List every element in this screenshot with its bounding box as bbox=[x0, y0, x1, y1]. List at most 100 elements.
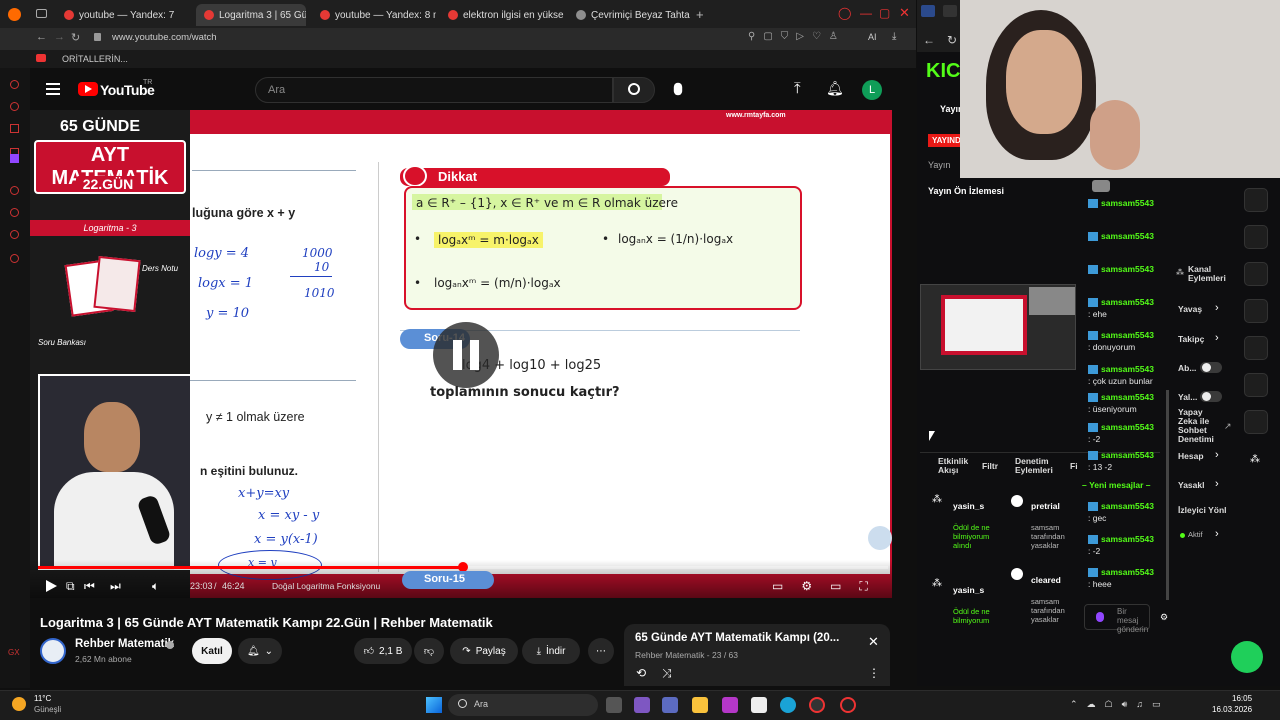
chevron-right-icon[interactable]: › bbox=[1215, 478, 1219, 490]
twitch-icon[interactable] bbox=[10, 154, 19, 163]
chevron-right-icon[interactable]: › bbox=[1215, 332, 1219, 344]
opera-gx-icon[interactable] bbox=[809, 697, 825, 713]
action-viewer-redirect[interactable]: İzleyici Yönl bbox=[1178, 505, 1227, 515]
ai-icon[interactable]: AI bbox=[868, 32, 877, 42]
chat-username[interactable]: samsam5543 bbox=[1101, 450, 1154, 460]
channel-name[interactable]: Rehber Matematik bbox=[75, 638, 174, 650]
chat-settings-icon[interactable]: ⚙ bbox=[1160, 612, 1168, 623]
chat-username[interactable]: samsam5543 bbox=[1101, 392, 1154, 402]
sidebar-icon-6[interactable] bbox=[10, 208, 19, 217]
chat-scrollbar[interactable] bbox=[1166, 390, 1169, 600]
rail-wrench-icon[interactable] bbox=[1244, 410, 1268, 434]
tab-whiteboard[interactable]: Çevrimiçi Beyaz Tahta - Ç bbox=[568, 4, 692, 26]
chat-message[interactable]: samsam5543: 13 -2 bbox=[1088, 450, 1164, 473]
tab-yandex-3[interactable]: elektron ilgisi en yüksek ve bbox=[440, 4, 564, 26]
activity-user-1[interactable]: yasin_s bbox=[953, 501, 984, 511]
action-slow[interactable]: Yavaş bbox=[1178, 304, 1202, 314]
stream-preview[interactable] bbox=[920, 284, 1076, 370]
chapter-title[interactable]: Doğal Logaritma Fonksiyonu bbox=[272, 581, 380, 591]
app-icon-p[interactable] bbox=[722, 697, 738, 713]
new-tab-icon[interactable]: + bbox=[696, 7, 704, 22]
window-icon[interactable] bbox=[943, 5, 957, 17]
rail-lightning-icon[interactable] bbox=[1244, 225, 1268, 249]
search-input[interactable]: Ara bbox=[255, 77, 613, 103]
previous-icon[interactable]: ⏮ bbox=[84, 579, 95, 594]
join-button[interactable]: Katıl bbox=[192, 638, 232, 664]
action-subs[interactable]: Ab... bbox=[1178, 363, 1196, 373]
play-icon[interactable] bbox=[46, 580, 57, 592]
teams-icon[interactable] bbox=[662, 697, 678, 713]
toggle-subs[interactable] bbox=[1200, 362, 1222, 373]
action-ai-moderation[interactable]: Yapay Zeka ile Sohbet Denetimi bbox=[1178, 408, 1224, 444]
moderation-filter[interactable]: Fi bbox=[1070, 461, 1078, 471]
tab-yandex-1[interactable]: youtube — Yandex: 7 milyo bbox=[56, 4, 174, 26]
close-playlist-icon[interactable]: ✕ bbox=[868, 634, 879, 650]
upload-icon[interactable]: ⤒ bbox=[794, 80, 801, 97]
url-text[interactable]: www.youtube.com/watch bbox=[112, 32, 217, 43]
action-banned[interactable]: Yasakl bbox=[1178, 480, 1204, 490]
more-actions-button[interactable]: ⋯ bbox=[588, 638, 614, 664]
rail-phone-icon[interactable] bbox=[1244, 262, 1268, 286]
menu-icon[interactable] bbox=[46, 83, 60, 85]
chat-message[interactable]: samsam5543: heee bbox=[1088, 567, 1164, 590]
tabs-overview-icon[interactable] bbox=[36, 9, 47, 18]
avatar[interactable]: L bbox=[862, 80, 882, 100]
chat-username[interactable]: samsam5543 bbox=[1101, 422, 1154, 432]
dropdown-icon[interactable] bbox=[921, 5, 935, 17]
rail-camera-icon[interactable] bbox=[1244, 188, 1268, 212]
chat-message[interactable]: samsam5543: üseniyorum bbox=[1088, 392, 1164, 415]
notifications-bell-icon[interactable]: 🔔︎ bbox=[826, 80, 844, 97]
chat-message[interactable]: samsam5543: -2 bbox=[1088, 422, 1164, 445]
external-link-icon[interactable]: ↗ bbox=[1224, 421, 1232, 432]
chat-message[interactable]: samsam5543: gec bbox=[1088, 501, 1164, 524]
refresh-icon[interactable]: ↻ bbox=[947, 33, 957, 47]
rail-screen-icon[interactable] bbox=[1244, 373, 1268, 397]
maximize-icon[interactable]: ▢ bbox=[879, 6, 890, 20]
task-view-icon[interactable] bbox=[606, 697, 622, 713]
chat-message[interactable]: samsam5543: -2 bbox=[1088, 534, 1164, 557]
miniplayer-icon[interactable]: ⧉ bbox=[66, 579, 75, 594]
dislike-button[interactable]: 👎︎ bbox=[414, 638, 444, 664]
forward-icon[interactable]: → bbox=[54, 31, 65, 43]
file-explorer-icon[interactable] bbox=[692, 697, 708, 713]
microphone-icon[interactable] bbox=[673, 82, 683, 96]
calculator-icon[interactable] bbox=[751, 697, 767, 713]
channel-avatar[interactable] bbox=[40, 638, 66, 664]
minimize-icon[interactable]: — bbox=[860, 6, 872, 20]
activity-user-2[interactable]: yasin_s bbox=[953, 585, 984, 595]
activity-filter[interactable]: Filtr bbox=[982, 461, 998, 471]
shuffle-icon[interactable]: ⤨ bbox=[662, 666, 672, 681]
chat-message[interactable]: samsam5543: donuyorum bbox=[1088, 330, 1164, 353]
loop-icon[interactable]: ⟲ bbox=[636, 666, 646, 680]
back-arrow-icon[interactable]: ← bbox=[923, 33, 935, 47]
rail-broadcast-icon[interactable] bbox=[1244, 336, 1268, 360]
bookmark-link[interactable]: ORİTALLERİN... bbox=[62, 54, 128, 64]
action-followers[interactable]: Takipç bbox=[1178, 334, 1204, 344]
rail-chat-icon[interactable] bbox=[1244, 299, 1268, 323]
close-window-icon[interactable]: ✕ bbox=[899, 5, 910, 21]
chat-message[interactable]: samsam5543 bbox=[1088, 198, 1164, 210]
opera-gx-icon-2[interactable] bbox=[840, 697, 856, 713]
chat-message[interactable]: samsam5543: ehe bbox=[1088, 297, 1164, 320]
chat-input[interactable]: Bir mesaj gönderin bbox=[1084, 604, 1150, 634]
rail-grid-icon[interactable]: ⁂ bbox=[1250, 454, 1260, 465]
reload-icon[interactable]: ↻ bbox=[71, 31, 80, 44]
sidebar-icon-7[interactable] bbox=[10, 230, 19, 239]
record-icon[interactable]: ◯ bbox=[838, 6, 851, 20]
download-button[interactable]: ⤓ İndir bbox=[522, 638, 580, 664]
download-icon[interactable]: ⤓ bbox=[892, 31, 896, 42]
playlist-menu-icon[interactable]: ⋮ bbox=[868, 666, 880, 680]
chevron-right-icon[interactable]: › bbox=[1215, 528, 1219, 540]
settings-icon[interactable] bbox=[10, 254, 19, 263]
chevron-right-icon[interactable]: › bbox=[1215, 449, 1219, 461]
sidebar-gx-icon[interactable]: GX bbox=[8, 648, 20, 657]
tab-yandex-2[interactable]: youtube — Yandex: 8 milyo bbox=[312, 4, 436, 26]
system-tray-icons[interactable]: ⌃☁☖🔊︎♫▭ bbox=[1070, 699, 1170, 710]
sidebar-icon-3[interactable] bbox=[10, 124, 19, 133]
chat-username[interactable]: samsam5543 bbox=[1101, 231, 1154, 241]
playlist-title[interactable]: 65 Günde AYT Matematik Kampı (20... bbox=[635, 632, 861, 644]
action-emote[interactable]: Yal... bbox=[1178, 392, 1197, 402]
tab-youtube-video[interactable]: Logaritma 3 | 65 Günd bbox=[196, 4, 306, 26]
browser-logo-icon[interactable] bbox=[8, 8, 21, 21]
player-right-icons[interactable]: ▭⚙▭⛶ bbox=[772, 579, 886, 594]
